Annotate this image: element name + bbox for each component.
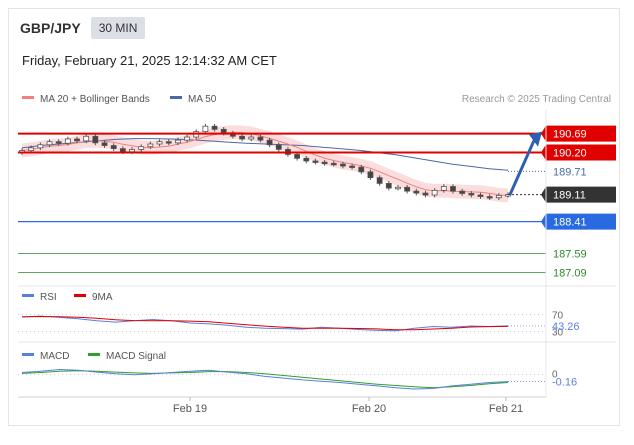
candle-body xyxy=(110,145,117,150)
candle-body xyxy=(404,186,411,192)
candle-body xyxy=(92,135,99,144)
ma20-legend-swatch xyxy=(22,96,34,99)
macd-signal-legend-swatch xyxy=(88,353,100,356)
macd-signal-legend-label: MACD Signal xyxy=(106,351,166,362)
target-price-label: 187.09 xyxy=(553,268,587,280)
macd-line xyxy=(21,368,509,390)
candle-body xyxy=(431,189,438,196)
candle-body xyxy=(477,194,484,197)
ma50-price-label: 189.71 xyxy=(553,166,587,178)
rsi-ma-legend-swatch xyxy=(74,294,86,297)
candle-body xyxy=(28,147,35,151)
ma50-legend-swatch xyxy=(170,96,182,99)
candle-body xyxy=(413,190,420,194)
price-chart: MA 20 + Bollinger Bands MA 50 Research ©… xyxy=(18,94,616,415)
candle-body xyxy=(321,161,328,165)
x-tick-label: Feb 20 xyxy=(352,403,386,415)
candle-body xyxy=(312,160,319,163)
macd-legend-label: MACD xyxy=(40,351,69,362)
rsi-legend-label: RSI xyxy=(40,292,57,303)
candle-body xyxy=(248,136,255,140)
candle-body xyxy=(486,196,493,199)
resistance-price-label: 190.20 xyxy=(553,148,587,160)
current-price-label: 189.11 xyxy=(553,190,586,202)
candle-body xyxy=(64,138,71,144)
macd-panel: 0-0.16 xyxy=(18,368,577,390)
candle-body xyxy=(147,143,154,148)
x-axis: Feb 19 Feb 20 Feb 21 xyxy=(173,397,523,415)
candle-body xyxy=(184,136,190,141)
target-price-label: 187.59 xyxy=(553,248,587,260)
rsi-current-label: 43.26 xyxy=(552,321,580,333)
x-tick-label: Feb 19 xyxy=(173,403,207,415)
candle-body xyxy=(129,149,135,153)
credit-label: Research © 2025 Trading Central xyxy=(462,94,611,105)
macd-signal-line xyxy=(21,370,509,389)
candle-body xyxy=(211,125,218,130)
candle-body xyxy=(495,194,502,199)
candle-body xyxy=(202,125,209,133)
candle-body xyxy=(239,135,245,140)
candle-body xyxy=(294,154,300,159)
candle-body xyxy=(450,186,456,192)
macd-current-label: -0.16 xyxy=(552,377,577,389)
candle-body xyxy=(55,141,62,144)
rsi-ma-legend-label: 9MA xyxy=(92,292,113,303)
candle-body xyxy=(358,166,365,173)
candle-body xyxy=(440,186,447,191)
candle-body xyxy=(119,148,126,153)
candle-body xyxy=(367,171,374,179)
candle-body xyxy=(468,193,475,196)
candle-body xyxy=(165,141,172,144)
price-panel: 190.69 190.20 189.71 189.11 188.41 187.59 187.… xyxy=(18,123,616,280)
candle-body xyxy=(83,135,90,142)
projection-arrow-shaft xyxy=(508,139,536,196)
candle-body xyxy=(349,165,356,168)
rsi-legend-swatch xyxy=(22,294,34,297)
candle-body xyxy=(156,141,163,145)
x-tick-label: Feb 21 xyxy=(489,403,523,415)
candle-body xyxy=(37,144,44,149)
candle-body xyxy=(330,162,337,166)
candle-body xyxy=(303,157,310,162)
candle-body xyxy=(422,192,429,196)
candle-body xyxy=(385,183,392,189)
candle-body xyxy=(174,139,181,144)
rsi-panel: 703043.26 xyxy=(18,310,580,339)
candle-body xyxy=(101,142,108,146)
ma20-legend-label: MA 20 + Bollinger Bands xyxy=(40,94,150,105)
candle-body xyxy=(257,136,264,141)
candle-body xyxy=(266,139,273,146)
candle-body xyxy=(376,177,383,184)
macd-legend-swatch xyxy=(22,353,34,356)
candle-body xyxy=(459,190,466,194)
support-price-label: 188.41 xyxy=(553,217,587,229)
resistance-price-label: 190.69 xyxy=(553,129,587,141)
ma50-legend-label: MA 50 xyxy=(188,94,217,105)
candle-body xyxy=(46,141,53,146)
candle-body xyxy=(74,138,80,142)
rsi-level-label: 70 xyxy=(552,310,564,321)
candle-body xyxy=(340,163,346,167)
candle-body xyxy=(395,186,401,190)
candle-body xyxy=(138,146,145,150)
candle-body xyxy=(275,144,282,150)
